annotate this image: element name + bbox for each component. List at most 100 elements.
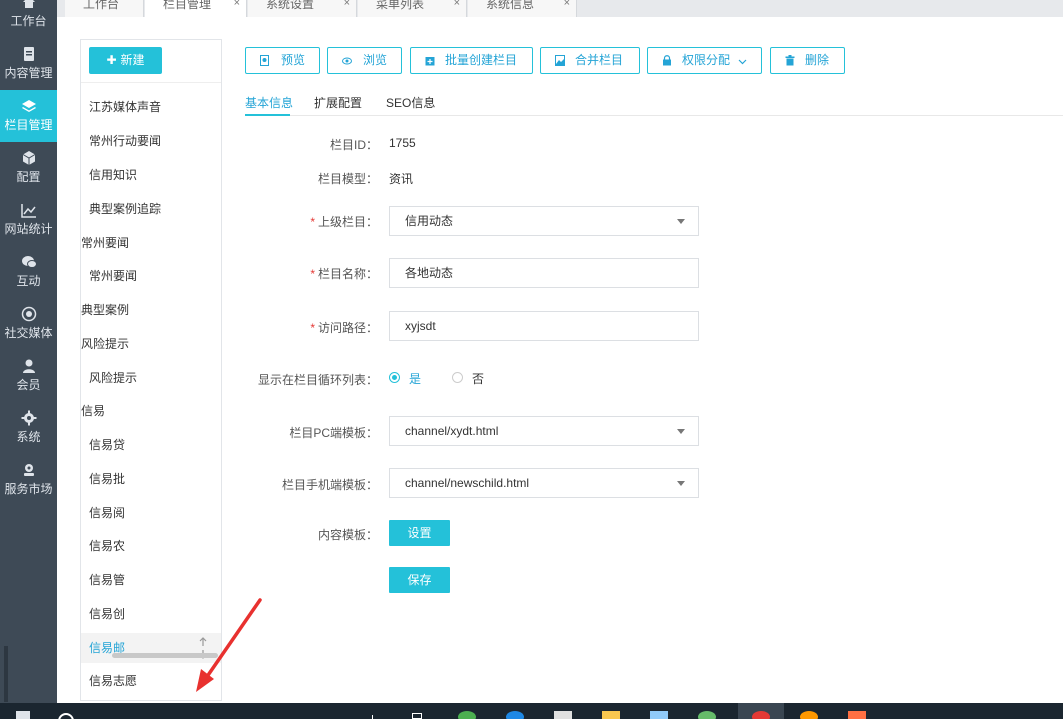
tree-item-label: 信易贷 — [89, 438, 126, 452]
tab-extended-config[interactable]: 扩展配置 — [314, 94, 362, 111]
preview-label: 预览 — [281, 53, 306, 67]
app-icon-mail[interactable] — [650, 711, 668, 719]
show-yes-label[interactable]: 是 — [409, 370, 421, 387]
tree-item[interactable]: 信易管 — [81, 565, 221, 595]
tree-item[interactable]: 江苏媒体声音 — [81, 92, 221, 122]
column-id-value: 1755 — [389, 136, 416, 150]
show-no-label[interactable]: 否 — [472, 370, 484, 387]
close-icon[interactable]: × — [454, 0, 460, 9]
nav-scrollbar[interactable] — [4, 646, 8, 702]
tree-item-label: 常州行动要闻 — [89, 134, 162, 148]
tree-item-label: 常州要闻 — [81, 236, 130, 250]
tab-column-management[interactable]: 栏目管理 × — [145, 0, 247, 17]
nav-item-social[interactable]: 社交媒体 — [0, 298, 57, 350]
tree-item[interactable]: 常州行动要闻 — [81, 126, 221, 156]
nav-item-stats[interactable]: 网站统计 — [0, 194, 57, 246]
tree-item[interactable]: 信易 — [81, 396, 221, 426]
tree-item-label: 信易创 — [89, 607, 126, 621]
app-icon-chrome[interactable] — [752, 711, 770, 719]
nav-item-members[interactable]: 会员 — [0, 350, 57, 402]
nav-item-label: 工作台 — [10, 14, 47, 28]
nav-item-workbench[interactable]: 工作台 — [0, 0, 57, 38]
app-icon-store[interactable] — [554, 711, 572, 719]
column-name-input[interactable]: 各地动态 — [389, 258, 699, 288]
document-icon — [23, 47, 34, 61]
tree-item[interactable]: 信易贷 — [81, 430, 221, 460]
tab-system-settings[interactable]: 系统设置 × — [248, 0, 357, 17]
show-no-radio[interactable] — [452, 372, 463, 383]
tab-label: 工作台 — [83, 0, 120, 11]
nav-item-label: 会员 — [16, 378, 41, 392]
tree-item-label: 信用知识 — [89, 168, 138, 182]
show-in-list-label: 显示在栏目循环列表： — [257, 373, 378, 387]
permissions-dropdown-button[interactable]: 权限分配 — [647, 47, 762, 74]
tree-item-label: 信易农 — [89, 539, 126, 553]
home-icon — [22, 0, 35, 8]
pc-template-label: 栏目PC端模板： — [289, 426, 378, 440]
parent-column-select[interactable]: 信用动态 — [389, 206, 699, 236]
pc-template-select[interactable]: channel/xydt.html — [389, 416, 699, 446]
nav-item-label: 栏目管理 — [4, 118, 53, 132]
browse-button[interactable]: 浏览 — [327, 47, 402, 74]
app-icon-chat[interactable] — [458, 711, 476, 719]
delete-button[interactable]: 删除 — [770, 47, 845, 74]
start-icon[interactable] — [16, 711, 30, 719]
task-view-icon[interactable] — [412, 713, 422, 719]
app-icon-firefox[interactable] — [800, 711, 818, 719]
tab-divider — [245, 115, 1063, 116]
nav-item-market[interactable]: 服务市场 — [0, 454, 57, 506]
caret-down-icon — [677, 481, 685, 486]
parent-column-value: 信用动态 — [405, 214, 454, 228]
tree-item-label: 信易志愿 — [89, 674, 138, 688]
chat-bubbles-icon — [21, 256, 37, 268]
nav-item-config[interactable]: 配置 — [0, 142, 57, 194]
browse-label: 浏览 — [363, 53, 388, 67]
tree-item[interactable]: 信用知识 — [81, 160, 221, 190]
tab-basic-info[interactable]: 基本信息 — [245, 94, 293, 111]
tree-item[interactable]: 常州要闻 — [81, 228, 221, 258]
nav-item-content[interactable]: 内容管理 — [0, 38, 57, 90]
app-icon-editor[interactable] — [848, 711, 866, 719]
nav-item-interaction[interactable]: 互动 — [0, 246, 57, 298]
content-template-settings-button[interactable]: 设置 — [389, 520, 450, 546]
merge-button[interactable]: 合并栏目 — [540, 47, 640, 74]
app-icon-folder[interactable] — [602, 711, 620, 719]
tab-menu-list[interactable]: 菜单列表 × — [358, 0, 467, 17]
batch-create-label: 批量创建栏目 — [445, 53, 518, 67]
save-button[interactable]: 保存 — [389, 567, 450, 593]
tree-item[interactable]: 典型案例 — [81, 295, 221, 325]
tab-workbench[interactable]: 工作台 — [65, 0, 144, 17]
search-icon[interactable] — [58, 713, 74, 719]
nav-item-label: 社交媒体 — [4, 326, 53, 340]
tree-item-label: 典型案例 — [81, 303, 130, 317]
separator — [372, 715, 373, 719]
app-icon-wechat[interactable] — [698, 711, 716, 719]
tree-item[interactable]: 信易农 — [81, 531, 221, 561]
tab-system-info[interactable]: 系统信息 × — [468, 0, 577, 17]
tree-item[interactable]: 风险提示 — [81, 329, 221, 359]
tree-item[interactable]: 风险提示 — [81, 363, 221, 393]
column-name-label-text: 栏目名称： — [317, 267, 378, 281]
tree-item-label: 常州要闻 — [89, 269, 138, 283]
access-path-input[interactable]: xyjsdt — [389, 311, 699, 341]
app-icon-browser[interactable] — [506, 711, 524, 719]
nav-item-system[interactable]: 系统 — [0, 402, 57, 454]
tab-label: 菜单列表 — [376, 0, 425, 11]
caret-down-icon — [677, 429, 685, 434]
close-icon[interactable]: × — [564, 0, 570, 9]
new-column-button[interactable]: ✚ 新建 — [89, 47, 162, 74]
tree-item[interactable]: 信易批 — [81, 464, 221, 494]
tree-item[interactable]: 信易阅 — [81, 498, 221, 528]
tree-item[interactable]: 典型案例追踪 — [81, 194, 221, 224]
close-icon[interactable]: × — [234, 0, 240, 9]
mobile-template-select[interactable]: channel/newschild.html — [389, 468, 699, 498]
tab-bar: 工作台 栏目管理 × 系统设置 × 菜单列表 × 系统信息 × — [57, 0, 1063, 17]
batch-create-button[interactable]: 批量创建栏目 — [410, 47, 533, 74]
tab-seo-info[interactable]: SEO信息 — [386, 94, 435, 111]
close-icon[interactable]: × — [344, 0, 350, 9]
nav-item-columns[interactable]: 栏目管理 — [0, 90, 57, 142]
show-yes-radio[interactable] — [389, 372, 400, 383]
column-model-label: 栏目模型： — [317, 172, 378, 186]
tree-item[interactable]: 常州要闻 — [81, 261, 221, 291]
preview-button[interactable]: 预览 — [245, 47, 320, 74]
